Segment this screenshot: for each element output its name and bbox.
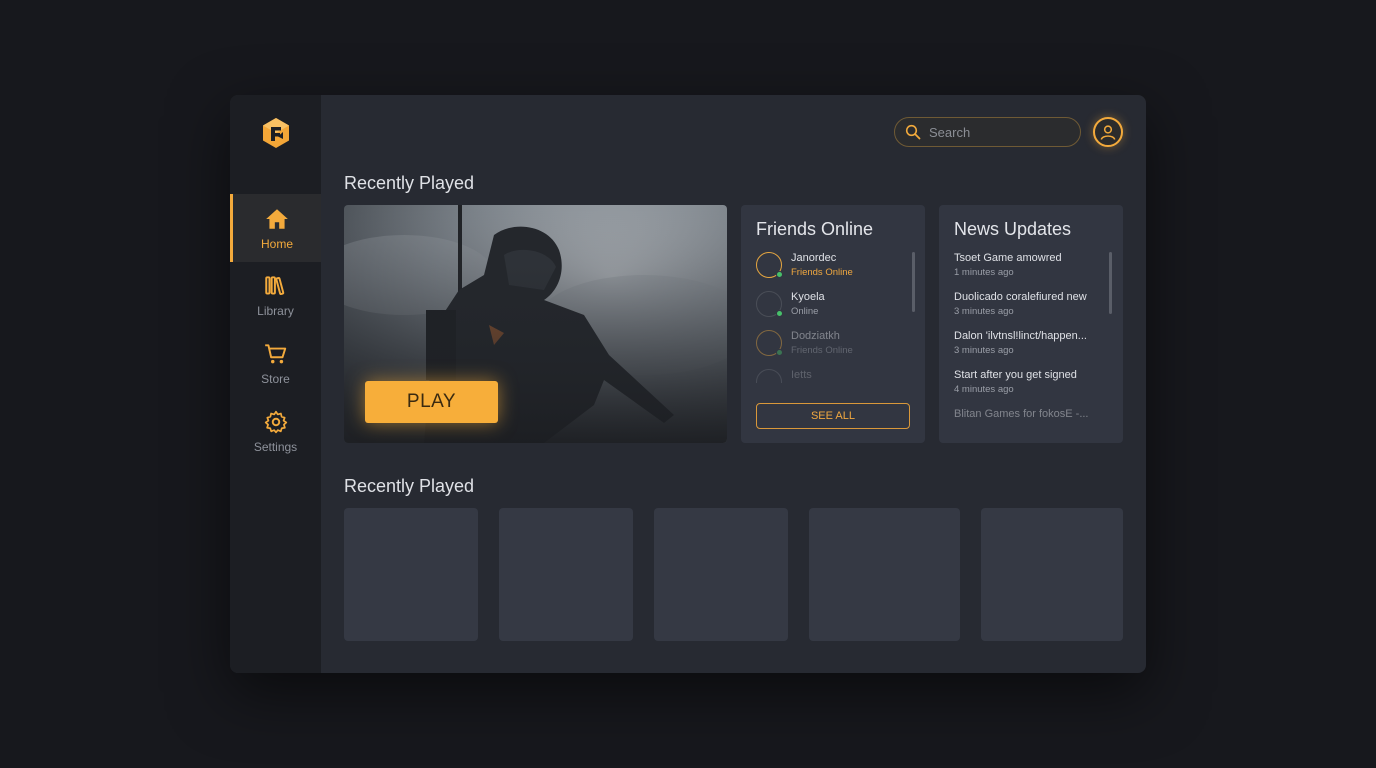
sidebar-item-library[interactable]: Library bbox=[230, 261, 321, 329]
news-headline: Blitan Games for fokosE -... bbox=[954, 408, 1089, 420]
news-headline: Tsoet Game amowred bbox=[954, 252, 1062, 264]
news-headline: Start after you get signed bbox=[954, 369, 1077, 381]
news-updates-panel: News Updates Tsoet Game amowred 1 minute… bbox=[939, 205, 1123, 443]
see-all-button[interactable]: SEE ALL bbox=[756, 403, 910, 429]
friend-avatar bbox=[756, 369, 782, 383]
sidebar-item-label: Library bbox=[257, 303, 294, 318]
news-item[interactable]: Start after you get signed 4 minutes ago bbox=[954, 369, 1104, 395]
play-button[interactable]: PLAY bbox=[365, 381, 498, 423]
sidebar: Home Library Store Settings bbox=[230, 95, 321, 673]
friend-name: Dodziatkh bbox=[791, 330, 840, 342]
news-scrollbar[interactable] bbox=[1109, 252, 1112, 314]
news-headline: Duolicado coralefiured new bbox=[954, 291, 1087, 303]
game-tile[interactable] bbox=[654, 508, 788, 641]
friend-name: Kyoela bbox=[791, 291, 825, 303]
search-input[interactable] bbox=[929, 124, 1069, 140]
friend-status: Friends Online bbox=[791, 345, 853, 356]
brand-logo-icon[interactable] bbox=[258, 115, 294, 151]
online-status-dot bbox=[776, 271, 783, 278]
friend-item[interactable]: Ietts bbox=[756, 367, 906, 383]
news-headline: Dalon 'ilvtnsl!linct/happen... bbox=[954, 330, 1087, 342]
friend-name: Janordec bbox=[791, 252, 837, 264]
friends-panel-title: Friends Online bbox=[756, 219, 874, 239]
news-time: 1 minutes ago bbox=[954, 267, 1014, 278]
game-tile[interactable] bbox=[344, 508, 478, 641]
game-tile[interactable] bbox=[499, 508, 633, 641]
friends-online-panel: Friends Online Janordec Friends Online K… bbox=[741, 205, 925, 443]
news-item[interactable]: Duolicado coralefiured new 3 minutes ago bbox=[954, 291, 1104, 317]
friends-scrollbar[interactable] bbox=[912, 252, 915, 312]
news-time: 3 minutes ago bbox=[954, 345, 1014, 356]
launcher-window: Home Library Store Settings Search Recen… bbox=[230, 95, 1146, 673]
game-tile[interactable] bbox=[981, 508, 1123, 641]
online-status-dot bbox=[776, 310, 783, 317]
sidebar-item-settings[interactable]: Settings bbox=[230, 397, 321, 465]
news-time: 3 minutes ago bbox=[954, 306, 1014, 317]
sidebar-item-label: Home bbox=[260, 236, 293, 251]
sidebar-item-label: Store bbox=[261, 371, 290, 386]
library-icon bbox=[264, 275, 284, 295]
sidebar-item-store[interactable]: Store bbox=[230, 329, 321, 397]
news-item[interactable]: Tsoet Game amowred 1 minutes ago bbox=[954, 252, 1104, 278]
news-panel-title: News Updates bbox=[954, 219, 1072, 239]
cart-icon bbox=[264, 343, 286, 363]
friend-status: Friends Online bbox=[791, 267, 853, 278]
friend-item[interactable]: Kyoela Online bbox=[756, 289, 906, 321]
featured-game-card[interactable]: PLAY bbox=[344, 205, 727, 443]
gear-icon bbox=[264, 410, 287, 433]
sidebar-item-label: Settings bbox=[253, 439, 298, 454]
game-tile[interactable] bbox=[809, 508, 960, 641]
online-status-dot bbox=[776, 349, 783, 356]
friend-status: Online bbox=[791, 306, 819, 317]
section-title-recently-played: Recently Played bbox=[344, 173, 475, 193]
user-avatar-icon[interactable] bbox=[1093, 117, 1123, 147]
home-icon bbox=[266, 208, 288, 229]
news-item[interactable]: Blitan Games for fokosE -... bbox=[954, 408, 1104, 420]
sidebar-item-home[interactable]: Home bbox=[230, 194, 321, 262]
section-title-recently-played-2: Recently Played bbox=[344, 476, 475, 496]
friend-item[interactable]: Dodziatkh Friends Online bbox=[756, 328, 906, 360]
search-icon bbox=[905, 124, 921, 140]
news-item[interactable]: Dalon 'ilvtnsl!linct/happen... 3 minutes… bbox=[954, 330, 1104, 356]
search-bar[interactable] bbox=[894, 117, 1081, 147]
friend-name: Ietts bbox=[791, 369, 812, 381]
friend-item[interactable]: Janordec Friends Online bbox=[756, 250, 906, 282]
news-time: 4 minutes ago bbox=[954, 384, 1014, 395]
